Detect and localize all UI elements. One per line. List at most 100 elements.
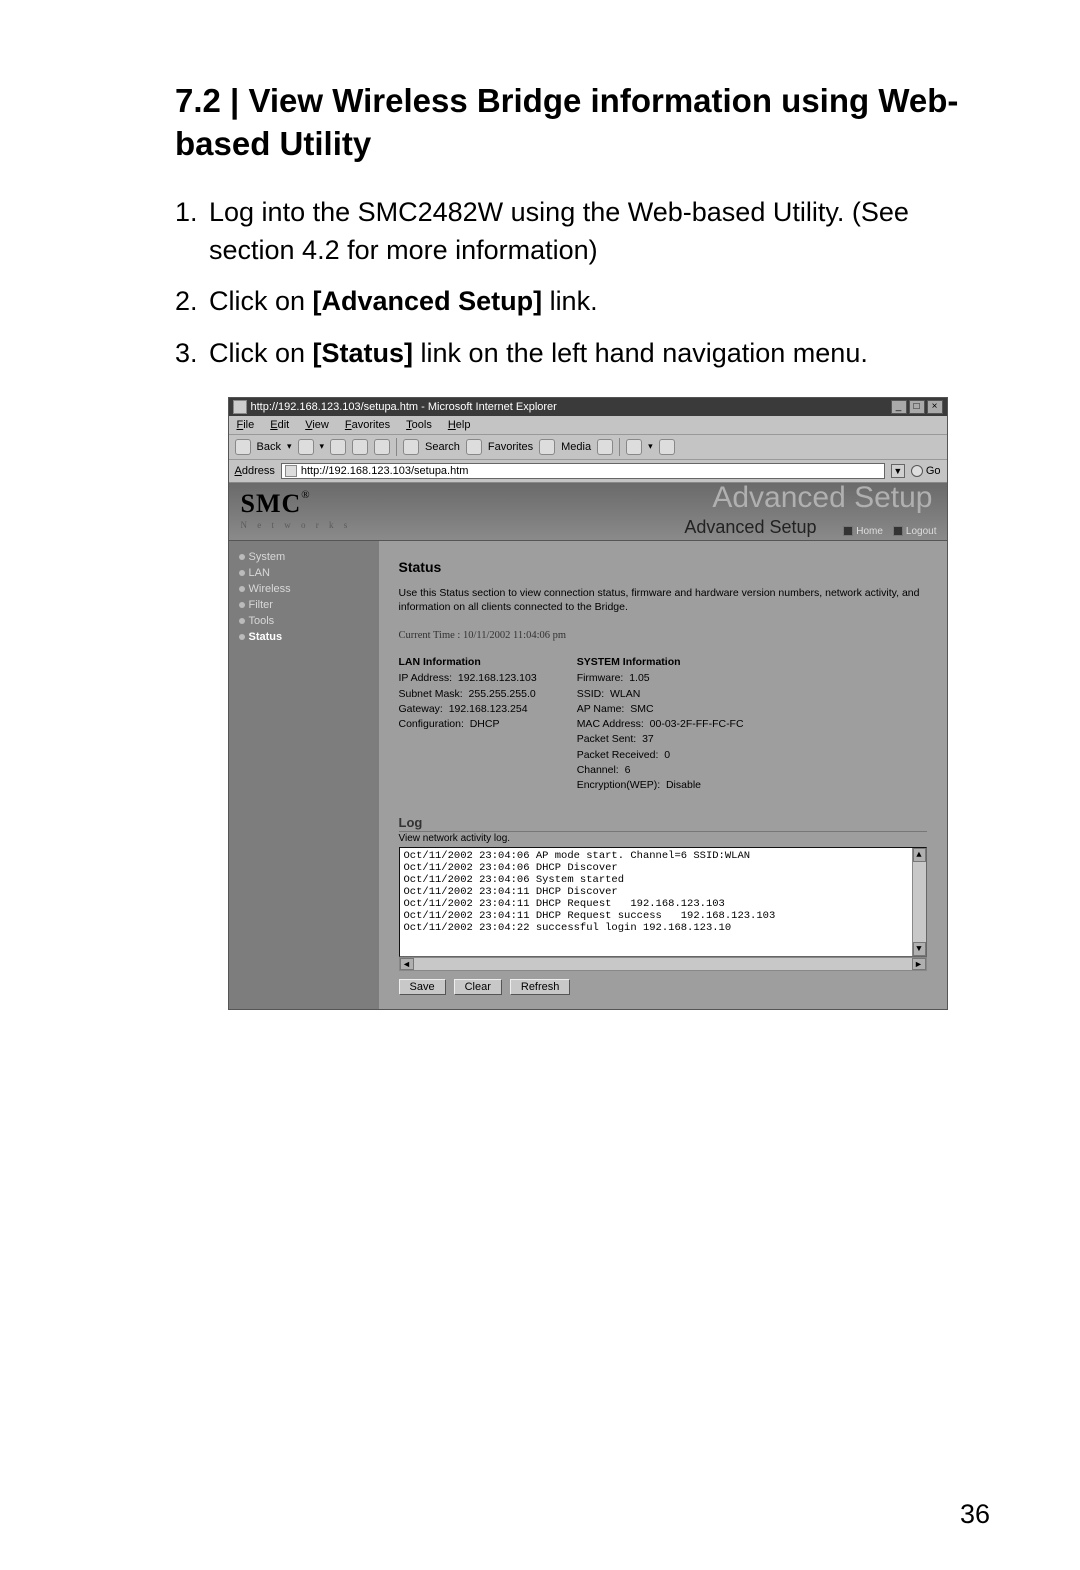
sidebar-item-tools[interactable]: Tools [239,613,369,629]
system-info-title: SYSTEM Information [577,655,744,670]
label: Encryption(WEP): [577,779,660,791]
main-panel: Status Use this Status section to view c… [379,541,947,1009]
current-time-label: Current Time : [399,630,461,641]
back-label[interactable]: Back [257,441,281,453]
value: 1.05 [629,672,649,684]
vertical-scrollbar[interactable]: ▲ ▼ [912,848,926,956]
back-icon[interactable] [235,439,251,455]
search-label[interactable]: Search [425,441,460,453]
scroll-left-icon[interactable]: ◄ [400,958,414,970]
sidebar-item-label: Wireless [249,583,291,595]
step-3: 3. Click on [Status] link on the left ha… [175,335,1000,373]
sidebar-item-lan[interactable]: LAN [239,565,369,581]
value: WLAN [610,688,640,700]
favorites-icon[interactable] [466,439,482,455]
sidebar-item-status[interactable]: Status [239,629,369,645]
toolbar: Back ▾ ▾ Search Favorites Media ▾ [229,435,947,460]
address-input[interactable]: http://192.168.123.103/setupa.htm [281,463,885,479]
scroll-right-icon[interactable]: ► [912,958,926,970]
page-icon [285,465,297,477]
current-time: Current Time : 10/11/2002 11:04:06 pm [399,630,927,641]
value: Disable [666,779,701,791]
media-icon[interactable] [539,439,555,455]
label: Channel: [577,764,619,776]
menu-file[interactable]: File [237,419,255,431]
step-number: 1. [175,194,209,270]
sidebar-item-wireless[interactable]: Wireless [239,581,369,597]
label: Configuration: [399,718,464,730]
scroll-up-icon[interactable]: ▲ [913,848,926,862]
address-dropdown-icon[interactable]: ▼ [891,464,905,478]
label: Packet Sent: [577,733,637,745]
logout-label: Logout [906,526,937,537]
bullet-icon [239,586,245,592]
separator [396,438,397,456]
step-bold: [Advanced Setup] [313,286,543,316]
go-button[interactable]: Go [911,465,941,477]
mail-icon[interactable] [626,439,642,455]
refresh-button[interactable]: Refresh [510,979,571,995]
log-section: Log View network activity log. Oct/11/20… [399,815,927,995]
menu-view[interactable]: View [305,419,329,431]
brand-reg: ® [301,489,309,501]
label: Packet Received: [577,749,659,761]
minimize-button[interactable]: _ [891,400,907,414]
home-link[interactable]: Home [843,526,883,537]
menu-tools[interactable]: Tools [406,419,432,431]
value: 00-03-2F-FF-FC-FC [650,718,744,730]
sidebar-item-label: Status [249,631,283,643]
app-banner: SMC® N e t w o r k s Advanced Setup Adva… [229,483,947,541]
horizontal-scrollbar[interactable]: ◄ ► [399,957,927,971]
menu-edit[interactable]: Edit [270,419,289,431]
address-value: http://192.168.123.103/setupa.htm [301,465,469,477]
ie-window: http://192.168.123.103/setupa.htm - Micr… [228,397,948,1010]
media-label[interactable]: Media [561,441,591,453]
value: 192.168.123.103 [458,672,537,684]
favorites-label[interactable]: Favorites [488,441,533,453]
brand-sub: N e t w o r k s [241,520,352,530]
separator [619,438,620,456]
search-icon[interactable] [403,439,419,455]
label: Firmware: [577,672,624,684]
scroll-down-icon[interactable]: ▼ [913,942,926,956]
sidebar-item-system[interactable]: System [239,549,369,565]
value: 0 [664,749,670,761]
clear-button[interactable]: Clear [454,979,502,995]
refresh-icon[interactable] [352,439,368,455]
history-icon[interactable] [597,439,613,455]
bullet-icon [239,602,245,608]
home-icon[interactable] [374,439,390,455]
step-body: Log into the SMC2482W using the Web-base… [209,194,1000,270]
go-label: Go [926,465,941,477]
value: 255.255.255.0 [469,688,536,700]
bullet-icon [239,554,245,560]
label: SSID: [577,688,604,700]
menu-favorites[interactable]: Favorites [345,419,390,431]
banner-subtitle: Advanced Setup [684,517,816,538]
close-button[interactable]: × [927,400,943,414]
sidebar-item-label: Tools [249,615,275,627]
stop-icon[interactable] [330,439,346,455]
log-textarea[interactable]: Oct/11/2002 23:04:06 AP mode start. Chan… [399,847,927,957]
forward-icon[interactable] [298,439,314,455]
maximize-button[interactable]: □ [909,400,925,414]
sidebar-item-filter[interactable]: Filter [239,597,369,613]
step-text: Log into the SMC2482W using the Web-base… [209,197,909,265]
save-button[interactable]: Save [399,979,446,995]
step-text: link. [542,286,598,316]
step-text: link on the left hand navigation menu. [413,338,868,368]
print-icon[interactable] [659,439,675,455]
logout-icon [893,526,903,536]
logout-link[interactable]: Logout [893,526,937,537]
system-info: SYSTEM Information Firmware: 1.05 SSID: … [577,655,744,793]
sidebar-item-label: LAN [249,567,270,579]
lan-info-title: LAN Information [399,655,537,670]
step-number: 3. [175,335,209,373]
page-title: Status [399,559,927,575]
value: 192.168.123.254 [449,703,528,715]
brand-text: SMC [241,489,302,518]
step-body: Click on [Status] link on the left hand … [209,335,1000,373]
menu-help[interactable]: Help [448,419,471,431]
ie-icon [233,400,247,414]
home-icon [843,526,853,536]
